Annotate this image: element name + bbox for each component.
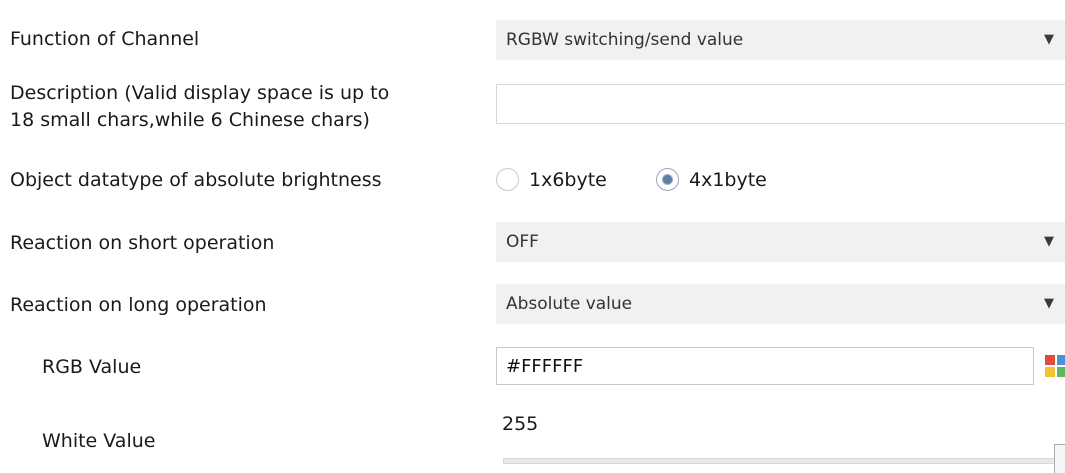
chevron-down-icon: ▼ (1044, 234, 1054, 249)
reaction-long-value: Absolute value (506, 294, 633, 314)
description-label-line1: Description (Valid display space is up t… (10, 82, 390, 104)
channel-parameters-panel: Function of Channel RGBW switching/send … (0, 0, 1065, 473)
function-of-channel-select[interactable]: RGBW switching/send value ▼ (496, 20, 1065, 60)
white-value-slider-thumb[interactable] (1054, 444, 1065, 473)
reaction-short-select[interactable]: OFF ▼ (496, 222, 1065, 262)
reaction-short-value: OFF (506, 232, 539, 252)
reaction-long-select[interactable]: Absolute value ▼ (496, 284, 1065, 324)
radio-dot (662, 174, 673, 185)
description-label-line2: 18 small chars,while 6 Chinese chars) (10, 109, 370, 131)
palette-swatch (1057, 355, 1065, 365)
palette-swatch (1057, 367, 1065, 377)
radio-unchecked-icon (496, 168, 519, 191)
object-datatype-label: Object datatype of absolute brightness (10, 169, 382, 191)
color-palette-icon[interactable] (1045, 351, 1065, 381)
rgb-value-label: RGB Value (42, 356, 142, 378)
palette-swatch (1045, 367, 1055, 377)
white-value-readout: 255 (502, 413, 539, 435)
white-value-label: White Value (42, 430, 156, 452)
radio-4x1byte-label: 4x1byte (689, 169, 767, 191)
function-of-channel-value: RGBW switching/send value (506, 30, 744, 50)
reaction-short-label: Reaction on short operation (10, 232, 275, 254)
radio-1x6byte-label: 1x6byte (529, 169, 607, 191)
chevron-down-icon: ▼ (1044, 296, 1054, 311)
palette-swatch (1045, 355, 1055, 365)
rgb-value-input[interactable] (496, 347, 1034, 385)
chevron-down-icon: ▼ (1044, 32, 1054, 47)
description-input[interactable] (496, 84, 1065, 124)
white-value-slider-track[interactable] (503, 458, 1063, 464)
radio-checked-icon (656, 168, 679, 191)
reaction-long-label: Reaction on long operation (10, 294, 267, 316)
function-of-channel-label: Function of Channel (10, 28, 200, 50)
